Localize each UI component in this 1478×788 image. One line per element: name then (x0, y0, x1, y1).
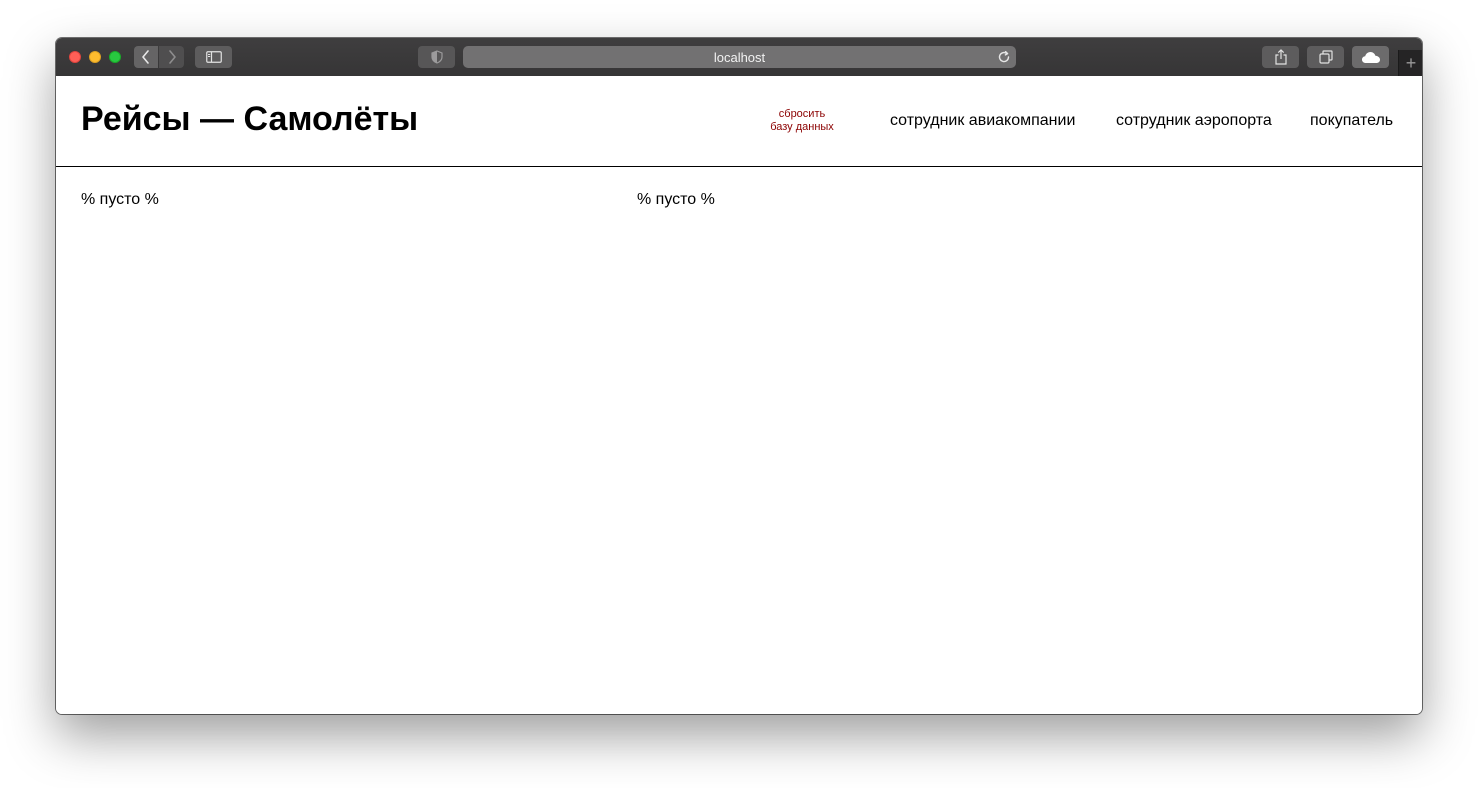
share-button[interactable] (1262, 46, 1299, 68)
browser-window: localhost + Рейсы — Самолёты сбросить ба… (56, 38, 1422, 714)
tabs-overview-icon (1318, 50, 1333, 64)
site-header: Рейсы — Самолёты сбросить базу данных со… (56, 76, 1422, 167)
new-tab-button[interactable]: + (1398, 50, 1422, 76)
page-title: Рейсы — Самолёты (81, 100, 419, 138)
cloud-icon (1361, 51, 1380, 63)
nav-airport-employee[interactable]: сотрудник аэропорта (1116, 112, 1272, 130)
minimize-window-button[interactable] (89, 51, 101, 63)
reset-database-label-line2: базу данных (770, 121, 834, 133)
reset-database-label-line1: сбросить (778, 108, 826, 120)
url-text: localhost (713, 49, 766, 65)
sidebar-icon (205, 51, 222, 63)
close-window-button[interactable] (69, 51, 81, 63)
forward-button[interactable] (159, 46, 184, 68)
browser-toolbar: localhost + (56, 38, 1422, 77)
nav-airline-employee[interactable]: сотрудник авиакомпании (890, 112, 1075, 130)
reload-icon[interactable] (997, 50, 1011, 64)
share-icon (1274, 49, 1287, 65)
chevron-left-icon (142, 50, 149, 64)
planes-empty-text: % пусто % (637, 191, 715, 208)
privacy-report-button[interactable] (418, 46, 455, 68)
nav-buyer[interactable]: покупатель (1310, 112, 1393, 130)
plus-icon: + (1405, 53, 1417, 73)
maximize-window-button[interactable] (109, 51, 121, 63)
chevron-right-icon (168, 50, 176, 64)
reset-database-link[interactable]: сбросить базу данных (756, 108, 848, 134)
page-content: Рейсы — Самолёты сбросить базу данных со… (56, 76, 1422, 714)
shield-icon (430, 50, 443, 64)
tab-overview-button[interactable] (1307, 46, 1344, 68)
flights-empty-text: % пусто % (81, 191, 159, 208)
address-bar[interactable]: localhost (463, 46, 1016, 68)
back-button[interactable] (134, 46, 158, 68)
sidebar-toggle-button[interactable] (195, 46, 232, 68)
icloud-tabs-button[interactable] (1352, 46, 1389, 68)
